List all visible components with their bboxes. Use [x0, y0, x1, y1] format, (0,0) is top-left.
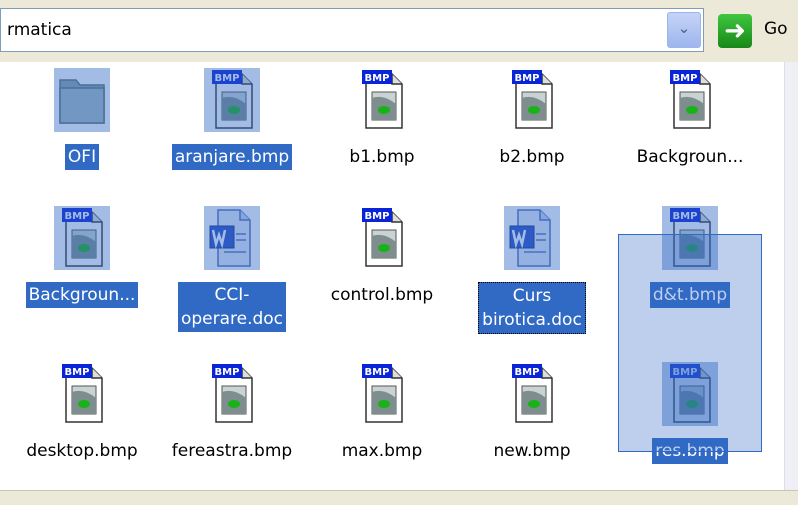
file-name-text: max.bmp — [341, 441, 423, 461]
word-document-icon — [204, 206, 260, 270]
file-name-text: CCI-operare.doc — [177, 282, 287, 332]
file-name-label: control.bmp — [307, 282, 457, 308]
svg-text:BMP: BMP — [515, 73, 540, 84]
bmp-file-icon: BMP — [662, 68, 718, 132]
address-bar: rmatica ⌄ ➜ Go — [0, 0, 798, 62]
file-name-label: Backgroun... — [7, 282, 157, 308]
word-document-icon — [504, 206, 560, 270]
svg-text:BMP: BMP — [365, 73, 390, 84]
bmp-file-icon: BMP — [54, 206, 110, 270]
svg-text:BMP: BMP — [215, 367, 240, 378]
bmp-file-icon: BMP — [354, 362, 410, 426]
bmp-file-icon: BMP — [504, 68, 560, 132]
address-path: rmatica — [7, 20, 72, 40]
go-label: Go — [764, 19, 788, 39]
bmp-file-icon: BMP — [354, 206, 410, 270]
file-name-text: OFI — [64, 144, 100, 170]
bmp-file-icon: BMP — [204, 68, 260, 132]
file-name-text: Backgroun... — [25, 282, 139, 308]
bmp-file-icon: BMP — [204, 362, 260, 426]
file-name-label: b2.bmp — [457, 144, 607, 170]
selection-marquee — [618, 234, 762, 452]
file-name-label: desktop.bmp — [7, 438, 157, 464]
file-name-text: b2.bmp — [499, 147, 565, 167]
svg-text:BMP: BMP — [673, 73, 698, 84]
go-arrow-icon: ➜ — [718, 14, 752, 48]
address-dropdown-button[interactable]: ⌄ — [667, 12, 701, 48]
file-name-text: fereastra.bmp — [171, 441, 293, 461]
svg-text:BMP: BMP — [365, 367, 390, 378]
address-field[interactable]: rmatica ⌄ — [0, 8, 704, 52]
bmp-file-icon: BMP — [354, 68, 410, 132]
file-name-label: max.bmp — [307, 438, 457, 464]
file-name-label: Backgroun... — [615, 144, 765, 170]
file-name-text: desktop.bmp — [26, 441, 138, 461]
file-name-text: aranjare.bmp — [171, 144, 293, 170]
file-name-text: control.bmp — [330, 285, 434, 305]
chevron-down-icon: ⌄ — [677, 19, 691, 37]
file-name-label: CCI-operare.doc — [157, 282, 307, 332]
status-bar — [0, 490, 798, 505]
file-name-text: b1.bmp — [349, 147, 415, 167]
bmp-file-icon: BMP — [54, 362, 110, 426]
file-name-text: Backgroun... — [636, 147, 744, 167]
file-name-label: aranjare.bmp — [157, 144, 307, 170]
file-name-label: OFI — [7, 144, 157, 170]
file-name-text: new.bmp — [493, 441, 571, 461]
file-name-label: fereastra.bmp — [157, 438, 307, 464]
bmp-file-icon: BMP — [504, 362, 560, 426]
svg-text:BMP: BMP — [365, 211, 390, 222]
svg-text:BMP: BMP — [65, 367, 90, 378]
folder-icon — [54, 68, 110, 132]
go-button[interactable]: ➜ Go — [712, 12, 798, 50]
svg-text:BMP: BMP — [515, 367, 540, 378]
file-name-label: new.bmp — [457, 438, 607, 464]
file-name-text: Curs birotica.doc — [478, 282, 586, 334]
vertical-scrollbar[interactable] — [784, 62, 798, 490]
file-name-label: b1.bmp — [307, 144, 457, 170]
file-name-label: Curs birotica.doc — [457, 282, 607, 334]
